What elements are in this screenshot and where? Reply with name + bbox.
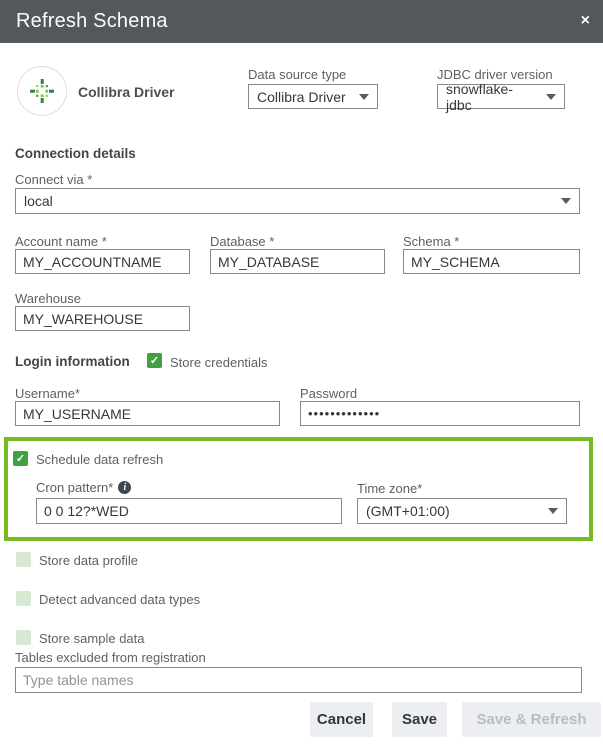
time-zone-value: (GMT+01:00) (366, 503, 450, 519)
check-icon: ✓ (150, 354, 159, 367)
check-icon: ✓ (16, 452, 25, 465)
cron-pattern-label-row: Cron pattern* i (36, 480, 131, 495)
account-name-field[interactable] (15, 249, 190, 274)
account-name-label: Account name * (15, 234, 107, 249)
chevron-down-icon (561, 198, 571, 204)
store-data-profile-label: Store data profile (39, 553, 138, 568)
cancel-button[interactable]: Cancel (310, 702, 373, 737)
schedule-data-refresh-checkbox[interactable]: ✓ (13, 451, 28, 466)
time-zone-label: Time zone* (357, 481, 422, 496)
detect-advanced-data-types-label: Detect advanced data types (39, 592, 200, 607)
store-sample-data-checkbox[interactable] (16, 630, 31, 645)
store-credentials-checkbox[interactable]: ✓ (147, 353, 162, 368)
login-information-heading: Login information (15, 354, 130, 369)
time-zone-select[interactable]: (GMT+01:00) (357, 498, 567, 524)
connect-via-value: local (24, 193, 53, 209)
dialog-header: Refresh Schema × (0, 0, 603, 43)
close-icon[interactable]: × (581, 11, 590, 31)
cron-pattern-label: Cron pattern* (36, 480, 113, 495)
schema-label: Schema * (403, 234, 459, 249)
connection-details-heading: Connection details (15, 146, 136, 161)
jdbc-driver-version-select[interactable]: snowflake-jdbc (437, 84, 565, 109)
connect-via-select[interactable]: local (15, 188, 580, 214)
store-data-profile-checkbox[interactable] (16, 552, 31, 567)
dialog-title: Refresh Schema (16, 10, 168, 33)
driver-name: Collibra Driver (78, 84, 174, 100)
password-field[interactable] (300, 401, 580, 426)
collibra-logo-glyph (28, 77, 56, 105)
tables-excluded-field[interactable] (15, 667, 582, 693)
chevron-down-icon (546, 94, 556, 100)
database-label: Database * (210, 234, 274, 249)
database-field[interactable] (210, 249, 385, 274)
data-source-type-select[interactable]: Collibra Driver (248, 84, 378, 109)
tables-excluded-label: Tables excluded from registration (15, 650, 206, 665)
data-source-type-label: Data source type (248, 67, 346, 82)
refresh-schema-dialog: Refresh Schema × Collibra Driver Data so… (0, 0, 603, 748)
store-sample-data-label: Store sample data (39, 631, 145, 646)
warehouse-field[interactable] (15, 306, 190, 331)
save-and-refresh-button[interactable]: Save & Refresh (462, 702, 601, 737)
chevron-down-icon (548, 508, 558, 514)
collibra-logo (17, 66, 67, 116)
save-button[interactable]: Save (392, 702, 447, 737)
jdbc-driver-version-value: snowflake-jdbc (446, 81, 538, 113)
username-field[interactable] (15, 401, 280, 426)
username-label: Username* (15, 386, 80, 401)
cron-pattern-field[interactable] (36, 498, 342, 524)
schedule-data-refresh-label: Schedule data refresh (36, 452, 163, 467)
connect-via-label: Connect via * (15, 172, 92, 187)
store-credentials-label: Store credentials (170, 355, 268, 370)
data-source-type-value: Collibra Driver (257, 89, 346, 105)
password-label: Password (300, 386, 357, 401)
detect-advanced-data-types-checkbox[interactable] (16, 591, 31, 606)
warehouse-label: Warehouse (15, 291, 81, 306)
info-icon[interactable]: i (118, 481, 131, 494)
schema-field[interactable] (403, 249, 580, 274)
chevron-down-icon (359, 94, 369, 100)
